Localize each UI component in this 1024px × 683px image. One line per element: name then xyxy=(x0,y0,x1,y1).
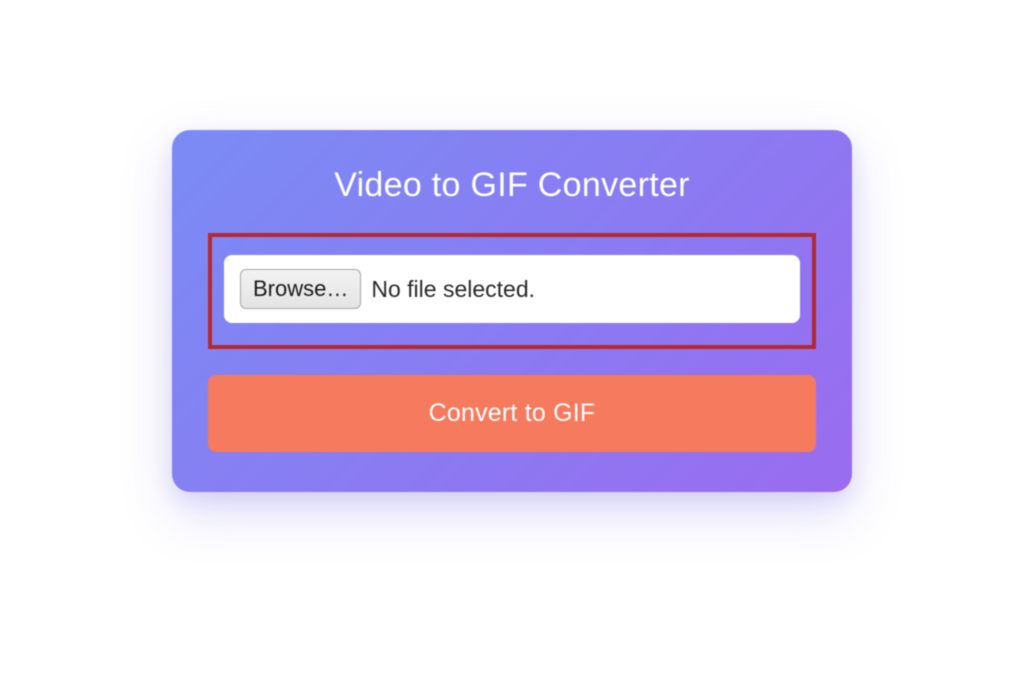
file-status-text: No file selected. xyxy=(371,276,535,303)
convert-button[interactable]: Convert to GIF xyxy=(208,375,816,452)
browse-button[interactable]: Browse… xyxy=(240,269,361,309)
file-input-highlight: Browse… No file selected. xyxy=(208,233,816,349)
card-title: Video to GIF Converter xyxy=(208,166,816,205)
file-input-wrapper[interactable]: Browse… No file selected. xyxy=(224,255,800,323)
converter-card: Video to GIF Converter Browse… No file s… xyxy=(172,130,852,492)
